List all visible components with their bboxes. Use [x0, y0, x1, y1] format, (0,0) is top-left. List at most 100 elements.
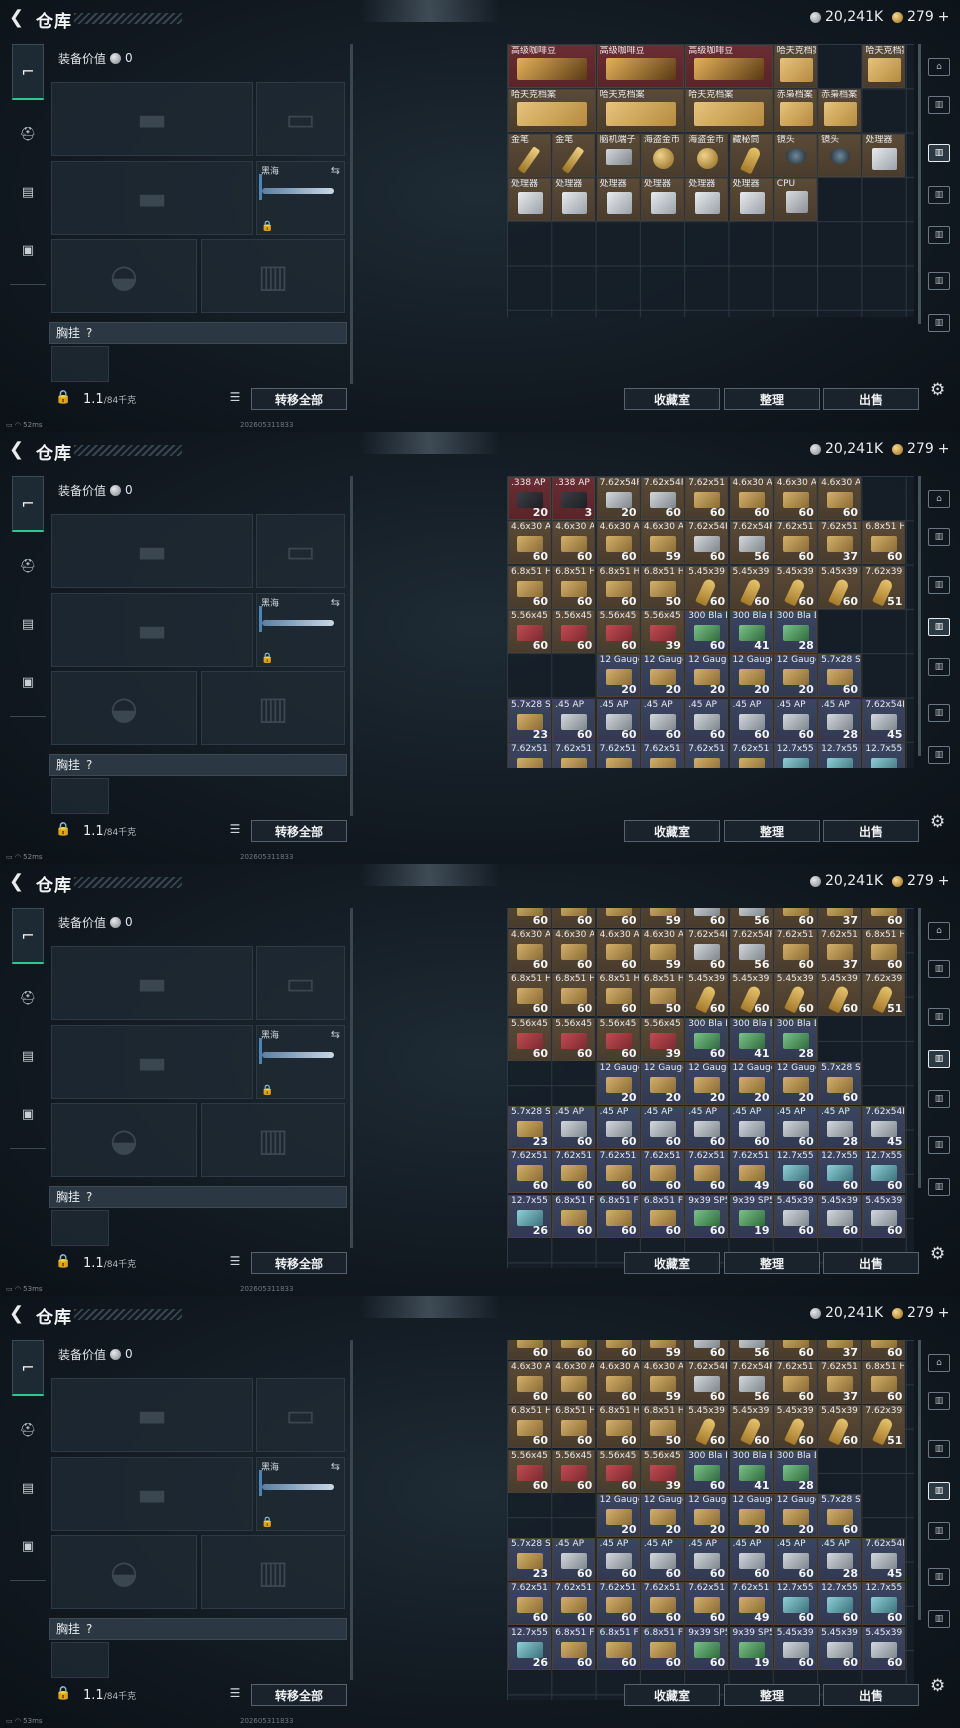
inventory-item[interactable]: 12 Gauge 龙息 20 [685, 1493, 729, 1537]
collection-button[interactable]: 收藏室 [624, 820, 720, 842]
inventory-item[interactable]: 7.62x51 M8060 [596, 742, 640, 768]
inventory-item[interactable]: 12.7x55 PS12A60 [862, 742, 906, 768]
inventory-item[interactable]: 6.8x51 FMJ 60 [640, 1626, 684, 1670]
back-button[interactable]: ❮ [9, 8, 27, 28]
sidebar-tab-gun[interactable]: ⌐ [12, 1340, 44, 1396]
inventory-item[interactable]: 7.62x54R SNB 20 [596, 477, 640, 520]
inventory-item[interactable]: .45 AP 60 [773, 1106, 817, 1150]
inventory-item[interactable]: 6.8x51 Hybrid 60 [596, 1405, 640, 1449]
inventory-item[interactable]: 7.62x51 M8060 [640, 1150, 684, 1194]
storage-page-6-tab[interactable]: ▥ [928, 1568, 950, 1586]
inventory-item[interactable]: 5.7x28 SS190 60 [818, 1061, 862, 1105]
inventory-item[interactable]: 59 [640, 1340, 684, 1360]
inventory-item[interactable]: 4.6x30 AP 59 [640, 928, 684, 972]
primary-weapon-slot[interactable]: ▬ [51, 514, 253, 588]
sell-button[interactable]: 出售 [823, 1684, 919, 1706]
inventory-item[interactable]: 60 [773, 1340, 817, 1360]
inventory-item[interactable]: 60 [773, 908, 817, 928]
inventory-item[interactable]: .45 AP 28 [818, 698, 862, 742]
inventory-item[interactable]: 12.7x55 PS12A60 [818, 1150, 862, 1194]
inventory-item[interactable]: 6.8x51 Hybrid 60 [552, 565, 596, 609]
inventory-item[interactable]: 300 Bla BCP FMJ 41 [729, 1017, 773, 1061]
settings-gear-icon[interactable]: ⚙ [930, 380, 945, 400]
inventory-item[interactable]: 5.7x28 SS190 23 [508, 1538, 551, 1582]
settings-gear-icon[interactable]: ⚙ [930, 1244, 945, 1264]
helmet-slot[interactable]: ◒ [51, 671, 197, 745]
inventory-item[interactable]: 7.62x51 M8060 [685, 1150, 729, 1194]
inventory-item[interactable]: 赤枭档案 [818, 89, 862, 133]
inventory-item[interactable]: 4.6x30 AP 60 [508, 928, 551, 972]
inventory-item[interactable]: 海盗金币 [685, 133, 729, 177]
inventory-item[interactable]: .45 AP 60 [552, 1106, 596, 1150]
inventory-item[interactable]: 60 [862, 908, 906, 928]
inventory-item[interactable]: 7.62x51 M8060 [508, 742, 551, 768]
inventory-item[interactable]: 12 Gauge 龙息 20 [685, 1061, 729, 1105]
inventory-item[interactable]: 12 Gauge 龙息 20 [773, 1493, 817, 1537]
inventory-item[interactable]: 7.62x51 M80 49 [729, 1582, 773, 1626]
helmet-slot[interactable]: ◒ [51, 1535, 197, 1609]
inventory-item[interactable]: 5.45x39 BS 60 [818, 973, 862, 1017]
inventory-item[interactable]: 高级咖啡豆 [685, 45, 773, 88]
inventory-item[interactable]: 5.7x28 SS190 23 [508, 1106, 551, 1150]
storage-page-3-tab[interactable]: ▥ [928, 144, 950, 162]
helmet-slot[interactable]: ◒ [51, 1103, 197, 1177]
inventory-item[interactable]: 6.8x51 Hybrid 60 [596, 973, 640, 1017]
inventory-item[interactable]: 5.45x39 BS 60 [818, 1405, 862, 1449]
storage-page-6-tab[interactable]: ▥ [928, 704, 950, 722]
inventory-item[interactable]: 12 Gauge 龙息 20 [596, 1493, 640, 1537]
inventory-item[interactable]: 4.6x30 AP 59 [640, 1360, 684, 1404]
inventory-item[interactable]: 4.6x30 AP 60 [552, 928, 596, 972]
storage-page-1-tab[interactable]: ⌂ [928, 922, 950, 940]
transfer-all-button[interactable]: 转移全部 [251, 1252, 347, 1274]
sidebar-tab-gun[interactable]: ⌐ [12, 476, 44, 532]
helmet-slot[interactable]: ◒ [51, 239, 197, 313]
inventory-item[interactable]: 镜头 [773, 133, 817, 177]
inventory-item[interactable]: 5.45x39 BS 60 [773, 565, 817, 609]
transfer-all-button[interactable]: 转移全部 [251, 1684, 347, 1706]
inventory-item[interactable]: 9x39 SP5 60 [685, 1626, 729, 1670]
armor-slot[interactable]: ▥ [201, 239, 345, 313]
gold-currency[interactable]: 279 + [892, 873, 949, 889]
inventory-item[interactable]: 60 [552, 908, 596, 928]
inventory-item[interactable]: 处理器 [508, 177, 551, 221]
storage-page-1-tab[interactable]: ⌂ [928, 58, 950, 76]
collection-button[interactable]: 收藏室 [624, 1684, 720, 1706]
storage-page-2-tab[interactable]: ▥ [928, 96, 950, 114]
pistol-slot[interactable]: ▭ [256, 514, 345, 588]
inventory-item[interactable]: .45 AP 60 [552, 698, 596, 742]
armor-slot[interactable]: ▥ [201, 1535, 345, 1609]
inventory-item[interactable]: 60 [596, 908, 640, 928]
inventory-item[interactable]: .45 AP 60 [596, 1106, 640, 1150]
melee-slot[interactable]: 黑海 ⇆ 🔒 [256, 593, 345, 667]
inventory-item[interactable]: 9x39 SP5 19 [729, 1194, 773, 1238]
inventory-item[interactable]: 12 Gauge 龙息 20 [640, 1493, 684, 1537]
inventory-item[interactable]: 300 Bla BCP FMJ 28 [773, 1017, 817, 1061]
inventory-item[interactable]: 12.7x55 PS12A60 [818, 742, 862, 768]
inventory-item[interactable]: 7.62x51 M8060 [640, 1582, 684, 1626]
inventory-item[interactable]: 金笔 [508, 133, 551, 177]
inventory-item[interactable]: 7.62x54R SNB 56 [729, 928, 773, 972]
inventory-item[interactable]: 12.7x55 PS12A 26 [508, 1626, 551, 1670]
vest-slot[interactable] [51, 346, 109, 382]
inventory-item[interactable]: 7.62x54R SNB 56 [729, 1360, 773, 1404]
gold-currency[interactable]: 279 + [892, 9, 949, 25]
pistol-slot[interactable]: ▭ [256, 1378, 345, 1452]
inventory-item[interactable]: 处理器 [729, 177, 773, 221]
sidebar-tab-helmet[interactable]: ⛑ [13, 554, 43, 578]
inventory-item[interactable]: 9x39 SP5 19 [729, 1626, 773, 1670]
back-button[interactable]: ❮ [9, 440, 27, 460]
inventory-item[interactable]: 5.45x39 BT 60 [818, 1626, 862, 1670]
inventory-item[interactable]: .45 AP 60 [773, 1538, 817, 1582]
inventory-item[interactable]: 6.8x51 FMJ 60 [640, 1194, 684, 1238]
inventory-item[interactable]: 7.62x51 M8060 [552, 1582, 596, 1626]
inventory-item[interactable]: 4.6x30 AP 60 [508, 1360, 551, 1404]
secondary-weapon-slot[interactable]: ▬ [51, 161, 253, 235]
pistol-slot[interactable]: ▭ [256, 946, 345, 1020]
storage-page-4-tab[interactable]: ▥ [928, 618, 950, 636]
armor-slot[interactable]: ▥ [201, 1103, 345, 1177]
inventory-item[interactable]: 6.8x51 Hybrid 60 [552, 1405, 596, 1449]
inventory-item[interactable]: 37 [818, 1340, 862, 1360]
inventory-item[interactable]: 4.6x30 AP 60 [596, 521, 640, 565]
vest-slot[interactable] [51, 1210, 109, 1246]
storage-page-4-tab[interactable]: ▥ [928, 1050, 950, 1068]
